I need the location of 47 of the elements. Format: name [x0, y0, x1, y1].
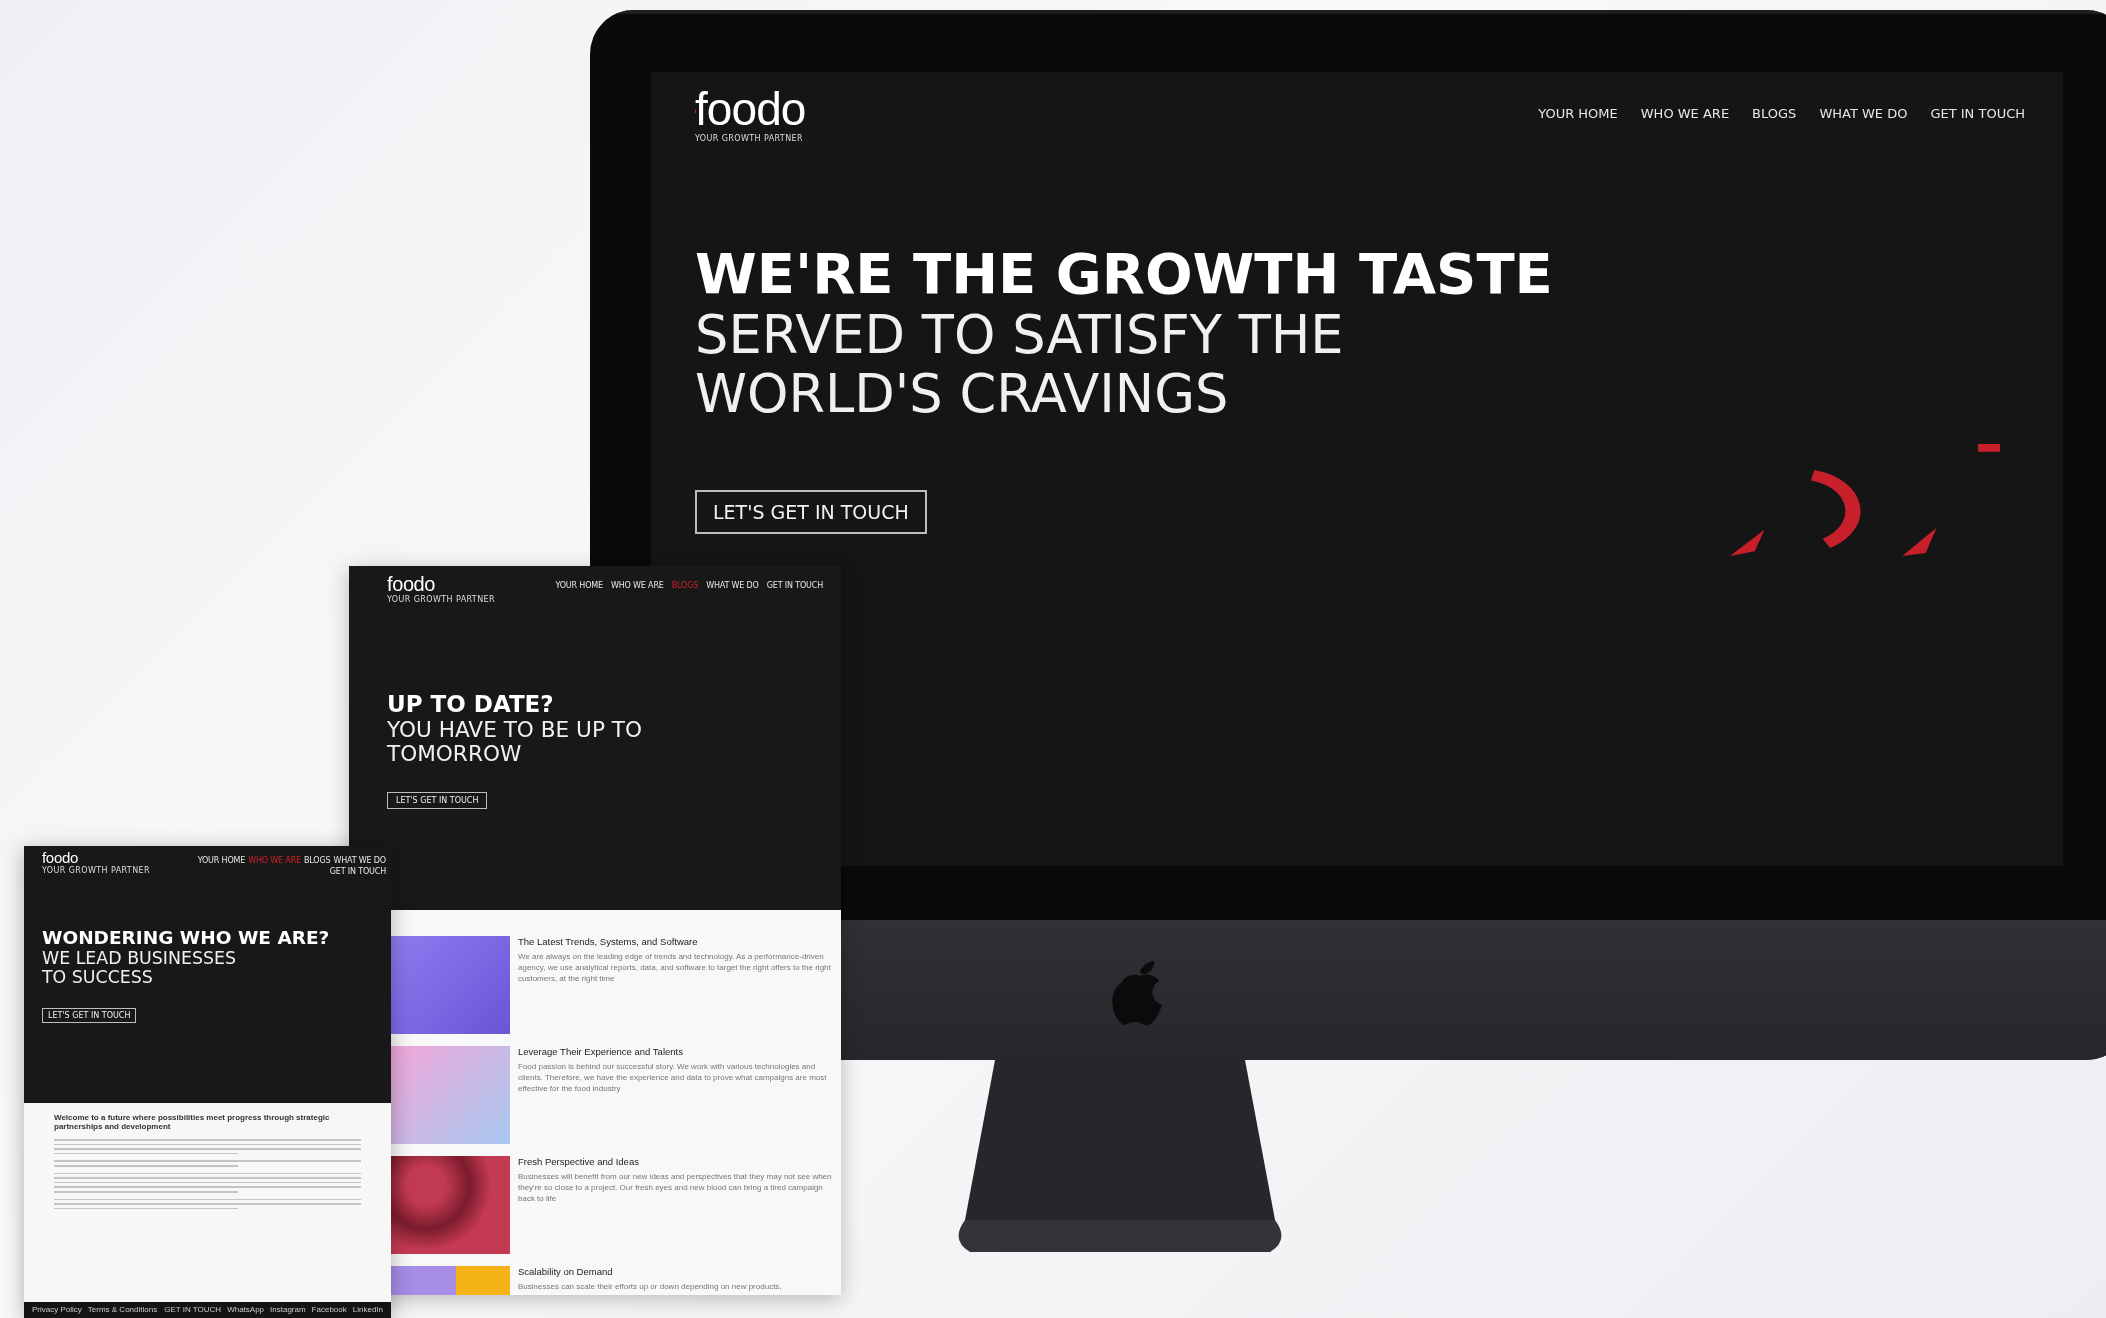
contact-button[interactable]: LET'S GET IN TOUCH	[42, 1007, 137, 1023]
nav-link[interactable]: BLOGS	[1752, 106, 1797, 121]
hero-subheadline: WORLD'S CRAVINGS	[695, 364, 1230, 424]
nav-link[interactable]: YOUR HOME	[555, 581, 603, 590]
nav-link[interactable]: WHO WE ARE	[1640, 106, 1730, 121]
post-title[interactable]: The Latest Trends, Systems, and Software	[518, 936, 838, 947]
hero-subheadline: TO SUCCESS	[42, 968, 154, 988]
nav-link[interactable]: WHAT WE DO	[1819, 106, 1908, 121]
nav-link[interactable]: GET IN TOUCH	[1930, 106, 2025, 121]
logo-tagline: YOUR GROWTH PARTNER	[42, 865, 150, 875]
logo-wordmark[interactable]: foodo	[695, 86, 806, 132]
hero-subheadline: TOMORROW	[387, 741, 523, 767]
nav-link[interactable]: BLOGS	[304, 856, 331, 865]
footer-link[interactable]: Terms & Conditions	[87, 1305, 158, 1318]
logo-tagline: YOUR GROWTH PARTNER	[387, 595, 495, 604]
hero-headline: UP TO DATE?	[387, 692, 555, 718]
nav-link[interactable]: GET IN TOUCH	[766, 581, 823, 590]
contact-button[interactable]: LET'S GET IN TOUCH	[387, 792, 488, 810]
post-title[interactable]: Fresh Perspective and Ideas	[518, 1156, 838, 1167]
nav-link[interactable]: WHAT WE DO	[706, 581, 759, 590]
footer-link[interactable]: GET IN TOUCH	[164, 1305, 222, 1318]
logo-wordmark[interactable]: foodo	[387, 574, 436, 594]
post-title[interactable]: Leverage Their Experience and Talents	[518, 1046, 838, 1057]
nav-link[interactable]: YOUR HOME	[197, 856, 246, 865]
logo-wordmark[interactable]: foodo	[42, 850, 79, 865]
footer-link[interactable]: Privacy Policy	[32, 1305, 82, 1318]
nav-link[interactable]: WHAT WE DO	[333, 856, 386, 865]
post-title[interactable]: Scalability on Demand	[518, 1266, 838, 1277]
hero-subheadline: YOU HAVE TO BE UP TO	[387, 717, 644, 742]
nav-link[interactable]: GET IN TOUCH	[329, 867, 386, 876]
nav-link[interactable]: YOUR HOME	[1538, 106, 1618, 121]
hero-headline: WONDERING WHO WE ARE?	[42, 928, 331, 949]
nav-link[interactable]: WHO WE ARE	[610, 581, 664, 590]
post-excerpt: Businesses will benefit from our new ideas and perspectives that they may not see when they're so close to a project. Our fresh eyes and new blood can bring a tired campaign back to life	[518, 1171, 833, 1205]
footer-link[interactable]: Instagram	[270, 1305, 306, 1318]
post-excerpt: We are always on the leading edge of trends and technology. As a performance-driven agency, we use analytical reports, data, and software to target the right offers to the right customers, at the right time	[518, 951, 832, 985]
contact-button[interactable]: LET'S GET IN TOUCH	[695, 489, 927, 534]
footer-link[interactable]: LinkedIn	[352, 1305, 383, 1318]
post-excerpt: Food passion is behind our successful story. We work with various technologies and clients. Therefore, we have the experience and data to prove what campaigns are most effective for the food industry	[518, 1061, 828, 1095]
footer-link[interactable]: Facebook	[311, 1305, 347, 1318]
post-excerpt: Businesses can scale their efforts up or down depending on new products,	[518, 1281, 783, 1293]
intro-heading: Welcome to a future where possibilities meet progress through strategic partnerships and development	[54, 1113, 331, 1131]
hero-subheadline: SERVED TO SATISFY THE	[695, 306, 1345, 365]
hero-subheadline: WE LEAD BUSINESSES	[42, 948, 237, 969]
footer-link[interactable]: WhatsApp	[227, 1305, 265, 1318]
hero-headline: WE'RE THE GROWTH TASTE	[695, 243, 1554, 306]
logo-tagline: YOUR GROWTH PARTNER	[695, 134, 803, 144]
